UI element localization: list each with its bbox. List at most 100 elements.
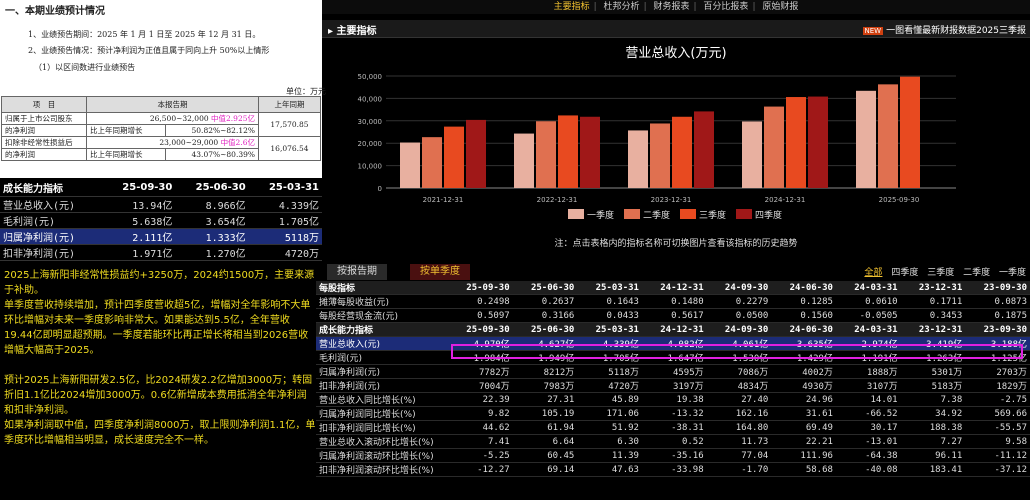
bar-2025-09-30-q1[interactable]	[856, 90, 876, 188]
bar-2022-12-31-q3[interactable]	[558, 115, 578, 188]
bar-2021-12-31-q2[interactable]	[422, 137, 442, 188]
bar-2024-12-31-q1[interactable]	[742, 121, 762, 188]
bar-2022-12-31-q1[interactable]	[514, 133, 534, 188]
legend-label[interactable]: 三季度	[699, 209, 726, 221]
row-label[interactable]: 营业总收入同比增长(%)	[316, 392, 448, 408]
bar-2023-12-31-q4[interactable]	[694, 111, 714, 188]
quarterly-indicator-table: 每股指标 25-09-30 25-06-30 25-03-31 24-12-31 24-0…	[316, 281, 1030, 478]
cell: 4.339亿	[577, 336, 642, 352]
period-header: 24-06-30	[771, 322, 836, 338]
cell: 0.1285	[771, 294, 836, 310]
bar-2023-12-31-q2[interactable]	[650, 123, 670, 188]
cell: 44.62	[448, 420, 513, 436]
filter-all[interactable]: 全部	[864, 268, 882, 278]
doc-line-range: （1）以区间数进行业绩预告	[34, 63, 136, 72]
filter-q2[interactable]: 二季度	[963, 268, 990, 278]
legend-label[interactable]: 一季度	[587, 209, 614, 221]
table-row[interactable]: 扣非净利润滚动环比增长(%) -12.27 69.14 47.63 -33.98 -1.7…	[316, 462, 1030, 478]
nav-main-indicators[interactable]: 主要指标	[550, 2, 594, 12]
nav-original[interactable]: 原始财报	[758, 2, 802, 12]
bar-2025-09-30-q2[interactable]	[878, 84, 898, 188]
table-row[interactable]: 毛利润(元) 5.638亿 3.654亿 1.705亿	[0, 212, 322, 229]
row-label[interactable]: 营业总收入滚动环比增长(%)	[316, 434, 448, 450]
analysis-notes: 2025上海新阳非经常性损益约+3250万，2024约1500万，主要来源于补助…	[4, 268, 316, 463]
cell: 3107万	[835, 378, 901, 394]
section-header-per-share[interactable]: 每股指标 25-09-30 25-06-30 25-03-31 24-12-31 24-0…	[316, 281, 1030, 296]
note-text: 2025上海新阳非经常性损益约+3250万，2024约1500万，主要来源于补助…	[4, 270, 315, 296]
nav-dupont[interactable]: 杜邦分析	[600, 2, 644, 12]
bar-2025-09-30-q3[interactable]	[900, 76, 920, 188]
table-row-selected[interactable]: 归属净利润(元) 2.111亿 1.333亿 5118万	[0, 228, 322, 245]
cell: 7.41	[448, 434, 513, 450]
table-row[interactable]: 扣非净利润(元) 7004万 7983万 4720万 3197万 4834万 4930万 31…	[316, 378, 1030, 394]
table-row[interactable]: 营业总收入滚动环比增长(%) 7.41 6.64 6.30 0.52 11.73 22.21…	[316, 434, 1030, 450]
cell: -33.98	[641, 462, 707, 478]
row-label[interactable]: 扣非净利润(元)	[316, 378, 448, 394]
filter-q3[interactable]: 三季度	[927, 268, 954, 278]
growth-head-label[interactable]: 成长能力指标	[0, 180, 103, 197]
table-row[interactable]: 扣非净利润同比增长(%) 44.62 61.94 51.92 -38.31 164.80 6…	[316, 420, 1030, 436]
bar-2023-12-31-q1[interactable]	[628, 130, 648, 188]
bar-2022-12-31-q4[interactable]	[580, 116, 600, 188]
row-label[interactable]: 归属净利润(元)	[316, 364, 448, 380]
row-label[interactable]: 营业总收入(元)	[0, 196, 103, 213]
row-label[interactable]: 归属净利润(元)	[0, 228, 103, 245]
r2-range: 23,000~29,000	[159, 138, 219, 147]
table-row[interactable]: 营业总收入(元) 13.94亿 8.966亿 4.339亿	[0, 196, 322, 213]
y-tick-label: 50,000	[358, 73, 383, 81]
row-label[interactable]: 每股经营现金流(元)	[316, 308, 448, 324]
cell: 34.92	[900, 406, 966, 422]
legend-label[interactable]: 四季度	[755, 209, 782, 221]
table-row[interactable]: 摊薄每股收益(元) 0.2498 0.2637 0.1643 0.1480 0.2279 0…	[316, 294, 1030, 310]
cell: 69.49	[771, 420, 836, 436]
cell: 27.31	[512, 392, 578, 408]
row-label[interactable]: 归属净利润同比增长(%)	[316, 406, 448, 422]
nav-percent[interactable]: 百分比报表	[699, 2, 752, 12]
nav-statements[interactable]: 财务报表	[649, 2, 693, 12]
table-row[interactable]: 每股经营现金流(元) 0.5097 0.3166 0.0433 0.5617 0.0500…	[316, 308, 1030, 324]
r1-growth: 50.82%~82.12%	[164, 124, 260, 137]
x-tick-label: 2021-12-31	[423, 196, 464, 204]
cell: 4.082亿	[641, 336, 707, 352]
row-label[interactable]: 扣非净利润(元)	[0, 244, 103, 261]
bar-2024-12-31-q4[interactable]	[808, 96, 828, 188]
filter-q4[interactable]: 四季度	[891, 268, 918, 278]
bar-2024-12-31-q3[interactable]	[786, 97, 806, 188]
bar-2023-12-31-q3[interactable]	[672, 116, 692, 188]
bar-2022-12-31-q2[interactable]	[536, 121, 556, 188]
cell: 1.125亿	[965, 350, 1030, 366]
y-tick-label: 30,000	[358, 118, 383, 126]
row-label[interactable]: 摊薄每股收益(元)	[316, 294, 448, 310]
bar-2021-12-31-q1[interactable]	[400, 142, 420, 188]
table-row[interactable]: 营业总收入同比增长(%) 22.39 27.31 45.89 19.38 27.40 24.…	[316, 392, 1030, 408]
table-row[interactable]: 归属净利润滚动环比增长(%) -5.25 60.45 11.39 -35.16 77.04…	[316, 448, 1030, 464]
row-label[interactable]: 成长能力指标	[316, 322, 448, 338]
r2-last: 16,076.54	[258, 136, 321, 161]
legend-label[interactable]: 二季度	[643, 209, 670, 221]
section-header-growth[interactable]: 成长能力指标 25-09-30 25-06-30 25-03-31 24-12-31 24…	[316, 322, 1030, 338]
row-label[interactable]: 归属净利润滚动环比增长(%)	[316, 448, 448, 464]
row-label[interactable]: 营业总收入(元)	[316, 336, 448, 352]
table-row[interactable]: 毛利润(元) 1.984亿 1.949亿 1.705亿 1.647亿 1.530亿 1.42…	[316, 350, 1030, 366]
tab-by-quarter[interactable]: 按单季度	[410, 264, 470, 280]
row-label[interactable]: 毛利润(元)	[316, 350, 448, 366]
tab-by-period[interactable]: 按报告期	[327, 264, 387, 280]
table-row[interactable]: 归属净利润(元) 7782万 8212万 5118万 4595万 7086万 4002万 18…	[316, 364, 1030, 380]
row-label[interactable]: 扣非净利润同比增长(%)	[316, 420, 448, 436]
table-row[interactable]: 归属净利润同比增长(%) 9.82 105.19 171.06 -13.32 162.16…	[316, 406, 1030, 422]
row-label[interactable]: 扣非净利润滚动环比增长(%)	[316, 462, 448, 478]
bar-2021-12-31-q3[interactable]	[444, 126, 464, 188]
cell: 61.94	[512, 420, 578, 436]
bar-2021-12-31-q4[interactable]	[466, 119, 486, 188]
row-label[interactable]: 毛利润(元)	[0, 212, 103, 229]
filter-q1[interactable]: 一季度	[999, 268, 1026, 278]
bar-2024-12-31-q2[interactable]	[764, 106, 784, 188]
cell: 1829万	[965, 378, 1030, 394]
table-row[interactable]: 扣非净利润(元) 1.971亿 1.270亿 4720万	[0, 244, 322, 261]
row-label[interactable]: 每股指标	[316, 281, 448, 296]
table-row-selected[interactable]: 营业总收入(元) 4.970亿 4.627亿 4.339亿 4.082亿 4.061亿 3.…	[316, 336, 1030, 352]
cell: 0.1560	[771, 308, 836, 324]
cell: 569.66	[965, 406, 1030, 422]
promo-link[interactable]: NEW 一图看懂最新财报数据2025三季报	[862, 23, 1026, 36]
cell: 22.39	[448, 392, 513, 408]
